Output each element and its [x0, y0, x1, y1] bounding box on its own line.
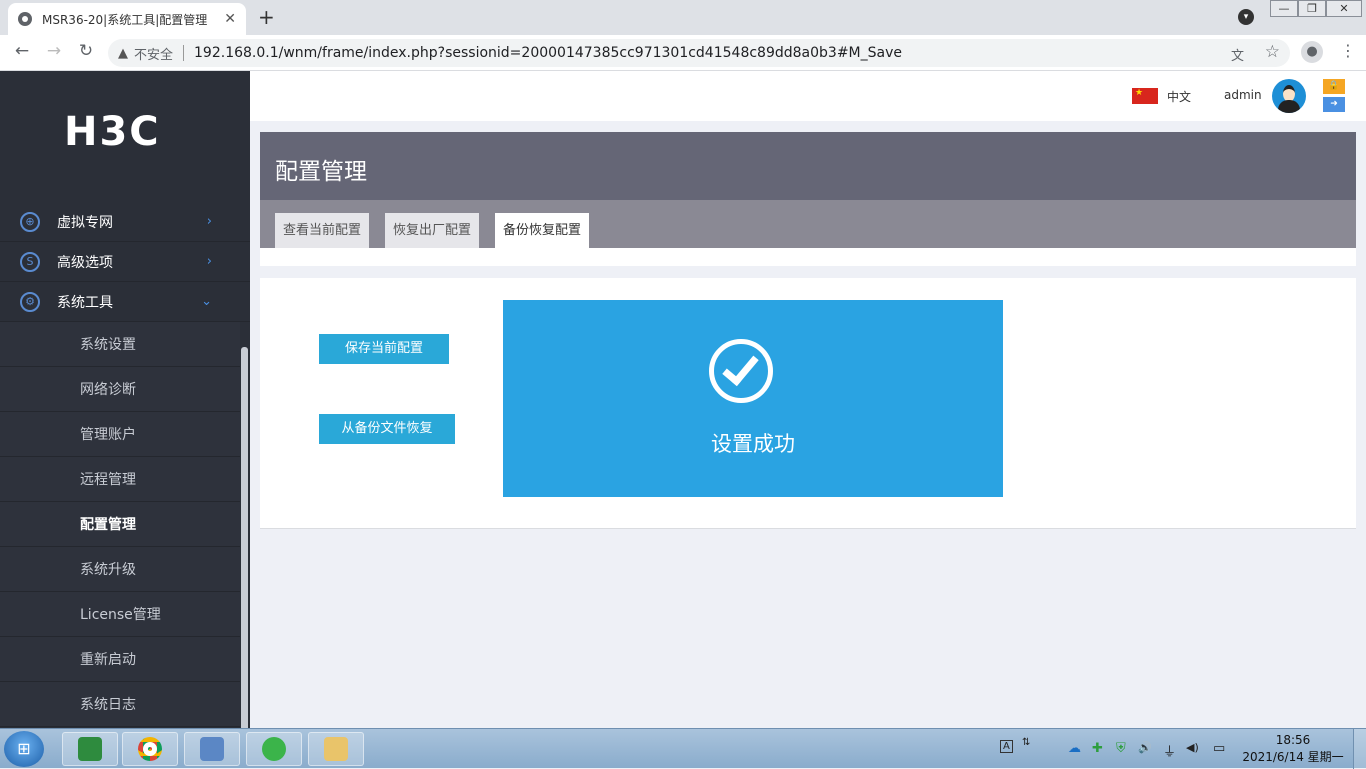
top-header: 中文 admin 🔒 ➜ [250, 71, 1366, 121]
folder-icon [324, 737, 348, 761]
browser-tabbar: MSR36-20|系统工具|配置管理 ✕ + ▾ — ❐ ✕ [0, 0, 1366, 35]
network-icon[interactable]: ▭ [1213, 741, 1225, 756]
shield-icon[interactable]: ⛨ [1116, 741, 1126, 756]
globe-icon: ⊕ [20, 211, 40, 232]
translate-icon[interactable]: 文 [1231, 45, 1244, 64]
sidebar-subitem-reboot[interactable]: 重新启动 [0, 637, 240, 682]
taskbar-explorer[interactable] [308, 732, 364, 766]
forward-button[interactable]: → [42, 41, 66, 61]
sidebar-subitem-remote-management[interactable]: 远程管理 [0, 457, 240, 502]
control-panel-icon [200, 737, 224, 761]
tools-icon: ⚙ [20, 291, 40, 312]
profile-icon[interactable]: ● [1301, 41, 1323, 63]
volume-icon[interactable]: ◀) [1186, 741, 1199, 754]
language-label[interactable]: 中文 [1167, 88, 1191, 105]
omnibox[interactable]: ▲ 不安全 192.168.0.1/wnm/frame/index.php?se… [108, 39, 1290, 67]
restore-from-backup-button[interactable]: 从备份文件恢复 [319, 414, 455, 444]
sidebar-item-label: 高级选项 [57, 254, 113, 271]
sidebar-subitem-system-settings[interactable]: 系统设置 [0, 322, 240, 367]
browser-tab[interactable]: MSR36-20|系统工具|配置管理 ✕ [8, 3, 246, 35]
ie-icon [262, 737, 286, 761]
browser-menu-icon[interactable]: ⋮ [1340, 41, 1356, 60]
china-flag-icon[interactable] [1132, 88, 1158, 104]
show-desktop-button[interactable] [1353, 729, 1366, 769]
chevron-right-icon: › [206, 214, 212, 229]
sidebar-item-label: 虚拟专网 [57, 214, 113, 231]
system-clock[interactable]: 18:56 2021/6/14 星期一 [1242, 732, 1344, 766]
title-panel: 配置管理 [260, 132, 1356, 200]
url-text[interactable]: 192.168.0.1/wnm/frame/index.php?sessioni… [194, 45, 902, 61]
address-bar: ← → ↻ ▲ 不安全 192.168.0.1/wnm/frame/index.… [0, 35, 1366, 71]
h3c-logo: H3C [64, 109, 161, 155]
book-icon [78, 737, 102, 761]
warning-icon[interactable]: ▲ [118, 46, 128, 61]
sidebar-subitem-system-upgrade[interactable]: 系统升级 [0, 547, 240, 592]
usb-icon[interactable]: ⏚ [1163, 741, 1176, 760]
security-status[interactable]: 不安全 [134, 44, 173, 63]
sidebar: H3C ⊕ 虚拟专网 › S 高级选项 › ⚙ 系统工具 ⌄ 系统设置 网络诊断… [0, 71, 250, 728]
restore-button[interactable]: ❐ [1298, 0, 1326, 17]
chevron-right-icon: › [206, 254, 212, 269]
start-button[interactable]: ⊞ [4, 731, 44, 767]
taskbar-ie[interactable] [246, 732, 302, 766]
lock-icon[interactable]: 🔒 [1323, 79, 1345, 94]
sidebar-scrollbar[interactable] [241, 347, 248, 728]
omnibox-divider [183, 45, 185, 61]
success-message: 设置成功 [711, 432, 795, 456]
taskbar-chrome[interactable] [122, 732, 178, 766]
sidebar-item-vpn[interactable]: ⊕ 虚拟专网 › [0, 202, 250, 242]
sidebar-subitem-config-management[interactable]: 配置管理 [0, 502, 240, 547]
main-content: 保存当前配置 从备份文件恢复 设置成功 [260, 278, 1356, 529]
username: admin [1224, 88, 1262, 102]
page-title: 配置管理 [275, 159, 367, 185]
ime-icon[interactable]: A [1000, 740, 1013, 753]
tab-close-icon[interactable]: ✕ [224, 11, 236, 27]
tab-footer [260, 248, 1356, 266]
sidebar-item-system-tools[interactable]: ⚙ 系统工具 ⌄ [0, 282, 250, 322]
reload-button[interactable]: ↻ [74, 41, 98, 61]
plus-icon[interactable]: ✚ [1092, 741, 1103, 756]
taskbar: ⊞ A ⇅ ☁ ✚ ⛨ 🔊 ⏚ ◀) ▭ 18:56 2021/6/14 星期一 [0, 728, 1366, 769]
page-tabs: 查看当前配置 恢复出厂配置 备份恢复配置 [260, 200, 1356, 248]
tab-restore-factory[interactable]: 恢复出厂配置 [385, 213, 480, 248]
sidebar-subitem-license[interactable]: License管理 [0, 592, 240, 637]
taskbar-book-app[interactable] [62, 732, 118, 766]
tab-search-icon[interactable]: ▾ [1238, 9, 1254, 25]
sidebar-subitem-admin-accounts[interactable]: 管理账户 [0, 412, 240, 457]
clock-time: 18:56 [1275, 733, 1311, 747]
cloud-icon[interactable]: ☁ [1068, 741, 1081, 756]
new-tab-button[interactable]: + [258, 5, 275, 29]
check-circle-icon [709, 339, 773, 403]
speaker-icon[interactable]: 🔊 [1138, 741, 1152, 754]
checkmark-icon [722, 347, 759, 387]
minimize-button[interactable]: — [1270, 0, 1298, 17]
save-config-button[interactable]: 保存当前配置 [319, 334, 449, 364]
taskbar-control-panel[interactable] [184, 732, 240, 766]
chrome-icon [138, 737, 162, 761]
chevron-down-icon: ⌄ [201, 294, 212, 309]
tab-title: MSR36-20|系统工具|配置管理 [42, 12, 208, 27]
sidebar-subitem-network-diagnostics[interactable]: 网络诊断 [0, 367, 240, 412]
back-button[interactable]: ← [10, 41, 34, 61]
sidebar-item-advanced[interactable]: S 高级选项 › [0, 242, 250, 282]
logout-icon[interactable]: ➜ [1323, 97, 1345, 112]
sidebar-subitem-system-log[interactable]: 系统日志 [0, 682, 240, 727]
globe-favicon-icon [18, 12, 32, 26]
tab-backup-restore[interactable]: 备份恢复配置 [495, 213, 590, 248]
close-window-button[interactable]: ✕ [1326, 0, 1362, 17]
avatar[interactable] [1272, 79, 1306, 113]
clock-date: 2021/6/14 星期一 [1242, 750, 1344, 764]
tab-view-current-config[interactable]: 查看当前配置 [275, 213, 370, 248]
ime-options-icon[interactable]: ⇅ [1022, 737, 1030, 748]
success-dialog: 设置成功 [503, 300, 1003, 497]
s-icon: S [20, 251, 40, 272]
sidebar-item-label: 系统工具 [57, 294, 113, 311]
bookmark-star-icon[interactable]: ☆ [1265, 42, 1280, 62]
